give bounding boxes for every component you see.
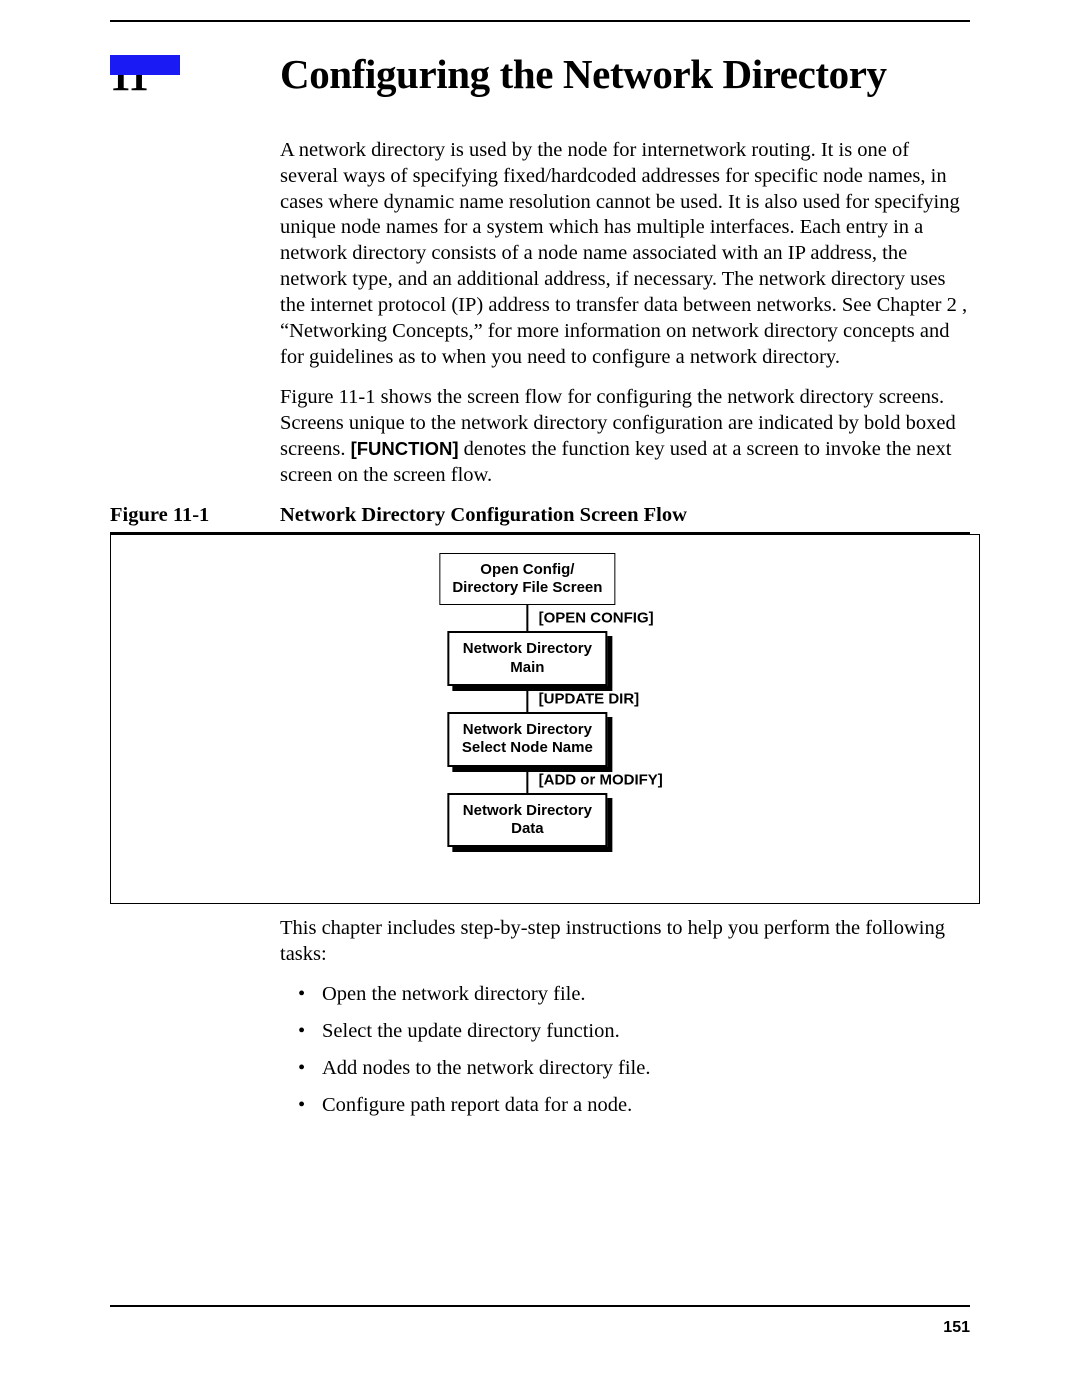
figure-diagram: Open Config/ Directory File Screen [OPEN…: [110, 534, 980, 904]
figure-caption: Network Directory Configuration Screen F…: [280, 504, 687, 527]
flow-box-line: Main: [510, 659, 544, 676]
task-item: Add nodes to the network directory file.: [298, 1056, 970, 1082]
flow-box-line: Network Directory: [463, 802, 592, 819]
flow-box-line: Data: [511, 820, 544, 837]
chapter-title: Configuring the Network Directory: [280, 52, 887, 96]
flow-box-line: Network Directory: [463, 721, 592, 738]
flow-box-network-directory-data: Network Directory Data: [447, 793, 607, 848]
flow-box-network-directory-main: Network Directory Main: [447, 631, 607, 686]
figure-label: Figure 11-1: [110, 504, 280, 527]
flow-connector-label: [UPDATE DIR]: [539, 690, 679, 707]
chapter-heading: 11 Configuring the Network Directory: [110, 52, 970, 100]
flow-box-line: Open Config/: [480, 561, 574, 578]
task-item: Open the network directory file.: [298, 982, 970, 1008]
function-key-literal: [FUNCTION]: [351, 438, 459, 459]
flow-box-open-config: Open Config/ Directory File Screen: [439, 553, 615, 606]
intro-paragraph-2: Figure 11-1 shows the screen flow for co…: [280, 385, 970, 488]
flow-box-select-node-name: Network Directory Select Node Name: [447, 712, 607, 767]
flow-box-line: Select Node Name: [462, 739, 593, 756]
accent-bar: [110, 55, 180, 75]
flow-connector-label: [OPEN CONFIG]: [539, 610, 679, 627]
flow-connector: [OPEN CONFIG]: [527, 605, 529, 631]
figure-heading-row: Figure 11-1 Network Directory Configurat…: [110, 504, 970, 534]
tasks-intro-paragraph: This chapter includes step-by-step instr…: [280, 916, 970, 968]
task-item: Select the update directory function.: [298, 1019, 970, 1045]
bottom-rule: [110, 1305, 970, 1307]
task-item: Configure path report data for a node.: [298, 1093, 970, 1119]
flow-connector-label: [ADD or MODIFY]: [539, 771, 679, 788]
intro-paragraph-1: A network directory is used by the node …: [280, 138, 970, 370]
flow-box-line: Network Directory: [463, 640, 592, 657]
page-number: 151: [943, 1319, 970, 1337]
flow-box-line: Directory File Screen: [452, 579, 602, 596]
task-list: Open the network directory file. Select …: [298, 982, 970, 1118]
top-rule: [110, 20, 970, 22]
